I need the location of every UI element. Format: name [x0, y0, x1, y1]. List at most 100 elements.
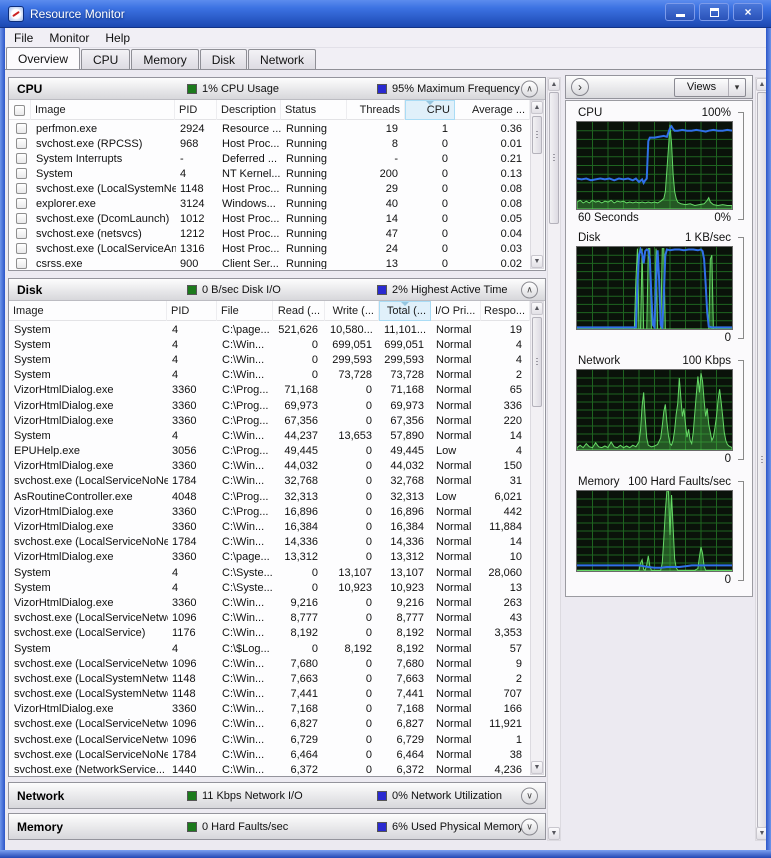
minimize-button[interactable] — [665, 3, 695, 21]
scroll-up-arrow[interactable]: ▲ — [531, 302, 543, 315]
tab-disk[interactable]: Disk — [199, 49, 248, 69]
scroll-thumb[interactable] — [532, 116, 542, 154]
cpu-section-header[interactable]: CPU 1% CPU Usage 95% Maximum Frequency ∧ — [9, 78, 545, 100]
cpu-table-row[interactable]: svchost.exe (LocalSystemNet... 1148 Host… — [10, 181, 530, 196]
disk-table-row[interactable]: System 4 C:\Syste... 0 10,923 10,923 Nor… — [10, 580, 530, 595]
col-file[interactable]: File — [217, 301, 273, 321]
disk-table-row[interactable]: System 4 C:\Win... 0 73,728 73,728 Norma… — [10, 368, 530, 383]
disk-table-row[interactable]: AsRoutineController.exe 4048 C:\Prog... … — [10, 489, 530, 504]
col-cpu[interactable]: CPU — [405, 100, 455, 120]
col-io-priority[interactable]: I/O Pri... — [431, 301, 481, 321]
memory-section-header[interactable]: Memory 0 Hard Faults/sec 6% Used Physica… — [9, 814, 545, 839]
close-button[interactable]: × — [733, 3, 763, 21]
scroll-thumb[interactable] — [532, 317, 542, 407]
col-threads[interactable]: Threads — [347, 100, 405, 120]
cpu-collapse-button[interactable]: ∧ — [521, 80, 538, 97]
disk-table-row[interactable]: VizorHtmlDialog.exe 3360 C:\page... 13,3… — [10, 550, 530, 565]
disk-table-row[interactable]: svchost.exe (LocalServiceNoNet... 1784 C… — [10, 474, 530, 489]
col-pid[interactable]: PID — [175, 100, 217, 120]
row-checkbox[interactable] — [15, 243, 27, 254]
tab-memory[interactable]: Memory — [131, 49, 199, 69]
scroll-down-arrow[interactable]: ▼ — [548, 827, 560, 840]
tab-overview[interactable]: Overview — [6, 47, 81, 69]
disk-table-row[interactable]: svchost.exe (LocalSystemNetwo... 1148 C:… — [10, 671, 530, 686]
disk-table-row[interactable]: VizorHtmlDialog.exe 3360 C:\Win... 16,38… — [10, 519, 530, 534]
col-pid[interactable]: PID — [167, 301, 217, 321]
row-checkbox[interactable] — [15, 123, 27, 134]
row-checkbox[interactable] — [15, 138, 27, 149]
scroll-up-arrow[interactable]: ▲ — [531, 101, 543, 114]
cpu-table-row[interactable]: System Interrupts - Deferred ... Running… — [10, 151, 530, 166]
disk-table-row[interactable]: System 4 C:\page... 521,626 10,580... 11… — [10, 322, 530, 337]
disk-table-row[interactable]: System 4 C:\Win... 44,237 13,653 57,890 … — [10, 428, 530, 443]
disk-table-row[interactable]: svchost.exe (LocalServiceNetwo... 1096 C… — [10, 656, 530, 671]
row-checkbox[interactable] — [15, 183, 27, 194]
menu-file[interactable]: File — [6, 29, 41, 47]
tab-cpu[interactable]: CPU — [81, 49, 131, 69]
disk-collapse-button[interactable]: ∧ — [521, 281, 538, 298]
col-response[interactable]: Respo... — [481, 301, 530, 321]
col-read[interactable]: Read (... — [273, 301, 325, 321]
disk-table-row[interactable]: svchost.exe (LocalServiceNoNet... 1784 C… — [10, 535, 530, 550]
cpu-table-row[interactable]: svchost.exe (DcomLaunch) 1012 Host Proc.… — [10, 211, 530, 226]
menu-help[interactable]: Help — [97, 29, 138, 47]
disk-table-row[interactable]: VizorHtmlDialog.exe 3360 C:\Win... 9,216… — [10, 595, 530, 610]
cpu-table-row[interactable]: csrss.exe 900 Client Ser... Running 13 0… — [10, 256, 530, 269]
cpu-table-row[interactable]: svchost.exe (LocalServiceAn... 1316 Host… — [10, 241, 530, 256]
scroll-up-arrow[interactable]: ▲ — [548, 78, 560, 91]
disk-table-row[interactable]: svchost.exe (LocalServiceNetwo... 1096 C… — [10, 732, 530, 747]
cpu-table-row[interactable]: perfmon.exe 2924 Resource ... Running 19… — [10, 121, 530, 136]
col-total[interactable]: Total (... — [379, 301, 431, 321]
col-description[interactable]: Description — [217, 100, 281, 120]
col-status[interactable]: Status — [281, 100, 347, 120]
col-average[interactable]: Average ... — [455, 100, 530, 120]
disk-table-row[interactable]: svchost.exe (NetworkService... 1440 C:\W… — [10, 762, 530, 775]
cpu-table-row[interactable]: svchost.exe (netsvcs) 1212 Host Proc... … — [10, 226, 530, 241]
disk-table-row[interactable]: System 4 C:\$Log... 0 8,192 8,192 Normal… — [10, 641, 530, 656]
col-write[interactable]: Write (... — [325, 301, 379, 321]
disk-section-header[interactable]: Disk 0 B/sec Disk I/O 2% Highest Active … — [9, 279, 545, 301]
col-image[interactable]: Image — [31, 100, 175, 120]
maximize-button[interactable] — [699, 3, 729, 21]
disk-table-row[interactable]: VizorHtmlDialog.exe 3360 C:\Win... 44,03… — [10, 459, 530, 474]
scroll-thumb[interactable] — [549, 92, 559, 224]
menu-monitor[interactable]: Monitor — [41, 29, 97, 47]
disk-table-row[interactable]: VizorHtmlDialog.exe 3360 C:\Prog... 67,3… — [10, 413, 530, 428]
collapse-graphs-button[interactable]: › — [571, 78, 589, 96]
disk-table-row[interactable]: VizorHtmlDialog.exe 3360 C:\Prog... 16,8… — [10, 504, 530, 519]
network-section-header[interactable]: Network 11 Kbps Network I/O 0% Network U… — [9, 783, 545, 808]
cpu-table-scrollbar[interactable]: ▲ ▼ — [530, 100, 544, 269]
row-checkbox[interactable] — [15, 153, 27, 164]
scroll-down-arrow[interactable]: ▼ — [531, 255, 543, 268]
disk-table-row[interactable]: VizorHtmlDialog.exe 3360 C:\Win... 7,168… — [10, 702, 530, 717]
row-checkbox[interactable] — [15, 168, 27, 179]
network-expand-button[interactable]: ∨ — [521, 787, 538, 804]
row-checkbox[interactable] — [15, 198, 27, 209]
disk-table-row[interactable]: VizorHtmlDialog.exe 3360 C:\Prog... 71,1… — [10, 383, 530, 398]
disk-table-row[interactable]: svchost.exe (LocalSystemNetwo... 1148 C:… — [10, 687, 530, 702]
memory-expand-button[interactable]: ∨ — [521, 818, 538, 835]
disk-table-row[interactable]: System 4 C:\Win... 0 699,051 699,051 Nor… — [10, 337, 530, 352]
disk-table-row[interactable]: svchost.exe (LocalServiceNoNet... 1784 C… — [10, 747, 530, 762]
scroll-down-arrow[interactable]: ▼ — [531, 761, 543, 774]
views-button[interactable]: Views ▾ — [674, 77, 746, 97]
disk-table-row[interactable]: EPUHelp.exe 3056 C:\Prog... 49,445 0 49,… — [10, 444, 530, 459]
cpu-table-row[interactable]: explorer.exe 3124 Windows... Running 40 … — [10, 196, 530, 211]
disk-table-row[interactable]: System 4 C:\Syste... 0 13,107 13,107 Nor… — [10, 565, 530, 580]
disk-table-row[interactable]: svchost.exe (LocalServiceNetwo... 1096 C… — [10, 611, 530, 626]
cpu-table-row[interactable]: System 4 NT Kernel... Running 200 0 0.13 — [10, 166, 530, 181]
disk-table-row[interactable]: System 4 C:\Win... 0 299,593 299,593 Nor… — [10, 352, 530, 367]
tab-network[interactable]: Network — [248, 49, 317, 69]
row-checkbox[interactable] — [15, 213, 27, 224]
disk-table-scrollbar[interactable]: ▲ ▼ — [530, 301, 544, 775]
views-dropdown-arrow[interactable]: ▾ — [728, 78, 745, 96]
left-pane-scrollbar[interactable]: ▲ ▼ — [547, 77, 561, 841]
disk-table-row[interactable]: svchost.exe (LocalService) 1176 C:\Win..… — [10, 626, 530, 641]
col-image[interactable]: Image — [9, 301, 167, 321]
title-bar[interactable]: Resource Monitor × — [0, 0, 771, 28]
row-checkbox[interactable] — [15, 228, 27, 239]
select-all-checkbox[interactable] — [14, 104, 25, 116]
disk-table-row[interactable]: VizorHtmlDialog.exe 3360 C:\Prog... 69,9… — [10, 398, 530, 413]
row-checkbox[interactable] — [15, 258, 27, 269]
cpu-table-row[interactable]: svchost.exe (RPCSS) 968 Host Proc... Run… — [10, 136, 530, 151]
